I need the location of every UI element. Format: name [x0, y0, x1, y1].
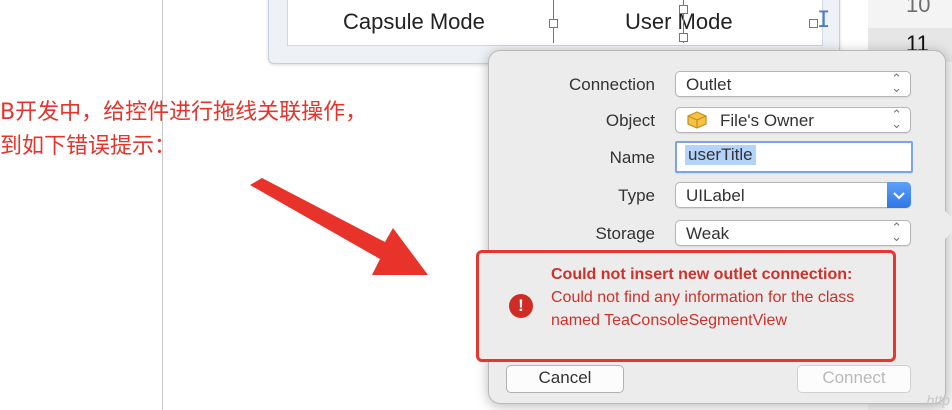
name-label: Name	[609, 148, 655, 167]
error-text: Could not insert new outlet connection: …	[551, 263, 871, 332]
stepper-arrows-icon: ⌃ ⌄	[891, 107, 902, 131]
stepper-arrows-icon: ⌃ ⌄	[891, 220, 902, 244]
cube-icon	[687, 111, 707, 129]
type-combobox[interactable]: UILabel	[675, 182, 911, 208]
error-message: Could not find any information for the c…	[551, 289, 855, 329]
connection-select[interactable]: Outlet ⌃ ⌄	[675, 71, 911, 97]
line-number: 10	[906, 0, 931, 17]
name-input-value: userTitle	[685, 145, 756, 165]
combo-dropdown-button[interactable]	[887, 182, 911, 208]
error-message-box: ! Could not insert new outlet connection…	[476, 250, 896, 362]
object-row: Object File's Owner ⌃ ⌄	[489, 107, 945, 133]
object-value: File's Owner	[720, 111, 814, 130]
cancel-button[interactable]: Cancel	[506, 365, 624, 393]
type-row: Type UILabel	[489, 182, 945, 208]
storage-label: Storage	[595, 224, 655, 243]
type-value: UILabel	[686, 186, 745, 205]
segment-capsule-mode[interactable]: Capsule Mode	[343, 9, 485, 35]
connection-label: Connection	[568, 75, 655, 94]
object-label: Object	[605, 111, 655, 130]
chevron-down-icon	[893, 192, 905, 200]
resize-handle[interactable]	[679, 5, 688, 14]
storage-select[interactable]: Weak ⌃ ⌄	[675, 220, 911, 246]
connection-row: Connection Outlet ⌃ ⌄	[489, 71, 945, 97]
connect-button[interactable]: Connect	[797, 365, 911, 393]
connection-value: Outlet	[686, 75, 732, 94]
name-row: Name userTitle	[489, 141, 945, 173]
popover-arrow	[945, 211, 952, 239]
outlet-connection-popover: Connection Outlet ⌃ ⌄ Object File's Owner…	[476, 50, 952, 404]
storage-value: Weak	[686, 224, 730, 243]
type-label: Type	[618, 186, 655, 205]
ibeam-cursor-icon: I	[817, 8, 831, 33]
watermark: http	[926, 392, 950, 408]
error-icon: !	[509, 294, 533, 318]
error-title: Could not insert new outlet connection:	[551, 266, 853, 283]
resize-handle[interactable]	[679, 33, 688, 42]
stepper-arrows-icon: ⌃ ⌄	[891, 71, 902, 95]
object-select[interactable]: File's Owner ⌃ ⌄	[675, 107, 911, 133]
name-input[interactable]: userTitle	[675, 141, 913, 173]
resize-handle[interactable]	[549, 19, 558, 28]
storage-row: Storage Weak ⌃ ⌄	[489, 220, 945, 246]
